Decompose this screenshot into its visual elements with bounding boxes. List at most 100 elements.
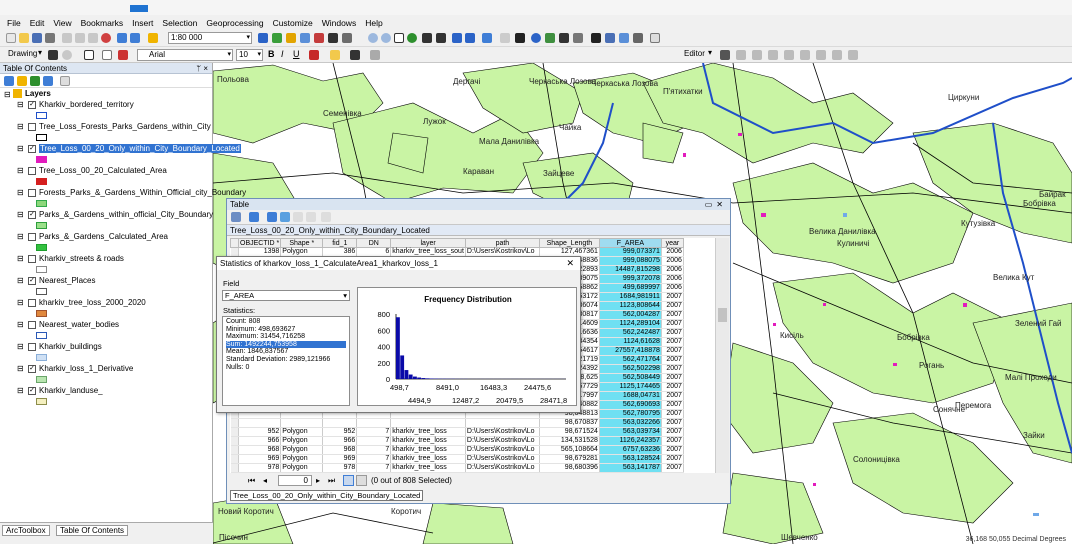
- hyperlink-icon[interactable]: [545, 33, 555, 43]
- identify-icon[interactable]: [531, 33, 541, 43]
- layer-name[interactable]: Kharkiv_loss_1_Derivative: [39, 364, 133, 373]
- table-options-icon[interactable]: [231, 212, 241, 222]
- zoom-to-selected-icon[interactable]: [306, 212, 316, 222]
- table-cell[interactable]: 98,680396: [539, 463, 600, 473]
- table-cell[interactable]: 98,670837: [539, 418, 600, 428]
- table-cell[interactable]: 2007: [661, 418, 684, 428]
- table-cell[interactable]: 1124,289104: [599, 319, 662, 329]
- create-viewer-icon[interactable]: [650, 33, 660, 43]
- table-cell[interactable]: 2007: [661, 400, 684, 410]
- scroll-thumb[interactable]: [718, 308, 727, 322]
- layer-visibility-checkbox[interactable]: ✓: [28, 277, 36, 285]
- layer-visibility-checkbox[interactable]: [28, 123, 36, 131]
- table-cell[interactable]: D:\Users\Kostrikov\Lo: [465, 463, 540, 473]
- find-icon[interactable]: [591, 33, 601, 43]
- table-cell[interactable]: 2007: [661, 382, 684, 392]
- layer-name[interactable]: Nearest_water_bodies: [39, 320, 119, 329]
- table-cell[interactable]: 966: [322, 436, 358, 446]
- table-cell[interactable]: 2006: [661, 274, 684, 284]
- layer-symbol-icon[interactable]: [36, 398, 47, 405]
- menu-item[interactable]: View: [53, 18, 71, 28]
- window-buttons[interactable]: ▭✕: [705, 199, 727, 210]
- table-cell[interactable]: 562,690693: [599, 400, 662, 410]
- table-cell[interactable]: 562,502298: [599, 364, 662, 374]
- marker-color-icon[interactable]: [370, 50, 380, 60]
- table-cell[interactable]: 2007: [661, 472, 684, 473]
- table-cell[interactable]: 2007: [661, 391, 684, 401]
- field-select[interactable]: F_AREA ▾: [222, 290, 350, 301]
- modelbuilder-icon[interactable]: [342, 33, 352, 43]
- layer-symbol-icon[interactable]: [36, 244, 47, 251]
- editor-menu[interactable]: Editor: [684, 49, 705, 58]
- table-cell[interactable]: 999,073371: [599, 247, 662, 257]
- table-cell[interactable]: 562,508449: [599, 373, 662, 383]
- table-cell[interactable]: 968: [322, 445, 358, 455]
- list-by-drawing-order-icon[interactable]: [4, 76, 14, 86]
- scale-combo[interactable]: 1:80 000 ▾: [168, 32, 252, 44]
- table-cell[interactable]: 1124,61628: [599, 337, 662, 347]
- measure-icon[interactable]: [573, 33, 583, 43]
- back-icon[interactable]: [452, 33, 462, 43]
- paste-icon[interactable]: [88, 33, 98, 43]
- line-color-icon[interactable]: [350, 50, 360, 60]
- table-row[interactable]: 966 Polygon 966 7 kharkiv_tree_loss D:\Users\…: [230, 436, 684, 446]
- table-cell[interactable]: Polygon: [280, 472, 324, 473]
- column-header[interactable]: DN: [356, 238, 392, 248]
- table-cell[interactable]: [238, 418, 282, 428]
- table-cell[interactable]: 999,372078: [599, 274, 662, 284]
- layer-collapse-icon[interactable]: ⊟: [17, 210, 24, 219]
- row-selector[interactable]: [230, 472, 239, 473]
- table-cell[interactable]: [356, 418, 392, 428]
- table-cell[interactable]: 7: [356, 436, 392, 446]
- save-icon[interactable]: [32, 33, 42, 43]
- table-row[interactable]: 952 Polygon 952 7 kharkiv_tree_loss D:\Users\…: [230, 427, 684, 437]
- table-cell[interactable]: 983: [238, 472, 282, 473]
- table-cell[interactable]: 1126,242357: [599, 436, 662, 446]
- layer-visibility-checkbox[interactable]: ✓: [28, 145, 36, 153]
- table-cell[interactable]: D:\Users\Kostrikov\Lo: [465, 454, 540, 464]
- python-icon[interactable]: [328, 33, 338, 43]
- table-cell[interactable]: 98,679281: [539, 454, 600, 464]
- straight-segment-icon[interactable]: [752, 50, 762, 60]
- vertical-scrollbar[interactable]: [715, 238, 729, 473]
- column-header[interactable]: fid_1: [322, 238, 358, 248]
- table-cell[interactable]: 1684,981911: [599, 292, 662, 302]
- trace-icon[interactable]: [768, 50, 778, 60]
- table-cell[interactable]: 7: [356, 472, 392, 473]
- table-cell[interactable]: Polygon: [280, 436, 324, 446]
- select-elements-icon[interactable]: [515, 33, 525, 43]
- table-cell[interactable]: [280, 418, 324, 428]
- layer-name[interactable]: Kharkiv_bordered_territory: [39, 100, 134, 109]
- table-cell[interactable]: 563,141787: [599, 463, 662, 473]
- create-features-icon[interactable]: [848, 50, 858, 60]
- fixed-zoom-out-icon[interactable]: [436, 33, 446, 43]
- table-cell[interactable]: 2007: [661, 319, 684, 329]
- table-cell[interactable]: 2007: [661, 409, 684, 419]
- layer-collapse-icon[interactable]: ⊟: [17, 254, 24, 263]
- table-cell[interactable]: Polygon: [280, 427, 324, 437]
- table-cell[interactable]: 978: [238, 463, 282, 473]
- layer-visibility-checkbox[interactable]: [28, 255, 36, 263]
- sketch-properties-icon[interactable]: [832, 50, 842, 60]
- table-cell[interactable]: 2006: [661, 265, 684, 275]
- table-cell[interactable]: 562,242487: [599, 328, 662, 338]
- forward-icon[interactable]: [465, 33, 475, 43]
- zoom-in-icon[interactable]: [368, 33, 378, 43]
- table-cell[interactable]: 98,671524: [539, 427, 600, 437]
- open-icon[interactable]: [19, 33, 29, 43]
- layer-visibility-checkbox[interactable]: ✓: [28, 387, 36, 395]
- table-cell[interactable]: [465, 418, 540, 428]
- related-tables-icon[interactable]: [249, 212, 259, 222]
- table-cell[interactable]: D:\Users\Kostrikov\Lo: [465, 427, 540, 437]
- rotate-icon[interactable]: [62, 50, 72, 60]
- redo-icon[interactable]: [130, 33, 140, 43]
- attributes-icon[interactable]: [816, 50, 826, 60]
- statistics-list[interactable]: Count: 808 Minimum: 498,693627 Maximum: 31…: [222, 316, 350, 406]
- table-cell[interactable]: 2007: [661, 364, 684, 374]
- last-record-icon[interactable]: ⏭: [328, 476, 335, 486]
- layer-name[interactable]: Tree_Loss_00_20_Only_within_City_Boundar…: [39, 144, 241, 153]
- underline-icon[interactable]: U: [293, 49, 300, 59]
- column-header[interactable]: layer: [390, 238, 466, 248]
- table-cell[interactable]: 562,471764: [599, 355, 662, 365]
- table-cell[interactable]: kharkiv_tree_loss: [390, 472, 466, 473]
